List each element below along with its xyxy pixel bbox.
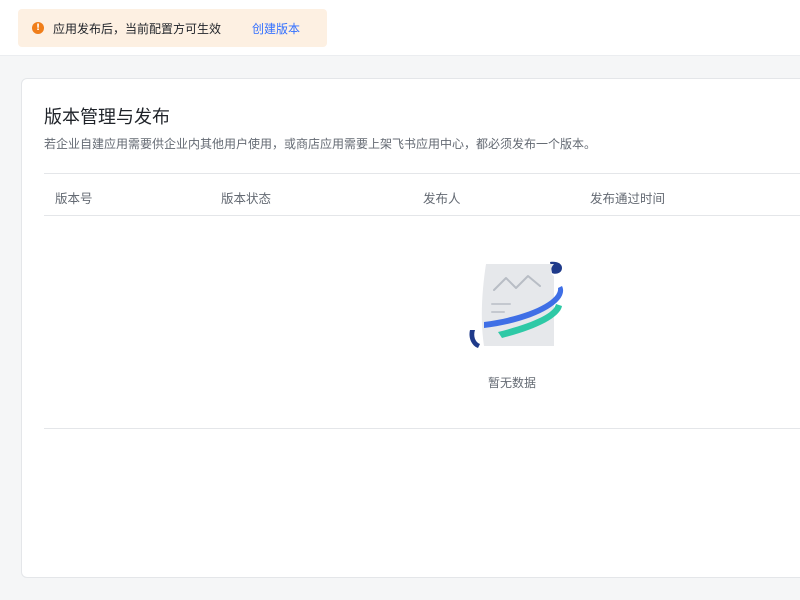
- notice-text: 应用发布后，当前配置方可生效: [53, 21, 222, 36]
- table-body: 暂无数据: [44, 216, 800, 429]
- empty-state-text: 暂无数据: [488, 376, 537, 390]
- column-header-approval-time: 发布通过时间: [590, 191, 666, 206]
- exclamation-icon: !: [32, 22, 44, 34]
- section-description: 若企业自建应用需要供企业内其他用户使用，或商店应用需要上架飞书应用中心，都必须发…: [44, 137, 597, 151]
- page-title: 版本管理与发布: [44, 107, 170, 128]
- top-bar: ! 应用发布后，当前配置方可生效 创建版本: [0, 0, 800, 56]
- publish-notice-banner: ! 应用发布后，当前配置方可生效 创建版本: [18, 9, 327, 47]
- table-header: 版本号 版本状态 发布人 发布通过时间: [44, 173, 800, 216]
- empty-document-icon: [469, 261, 564, 348]
- column-header-version-number: 版本号: [55, 191, 93, 206]
- column-header-version-status: 版本状态: [221, 191, 272, 206]
- create-version-link[interactable]: 创建版本: [252, 20, 300, 37]
- version-table: 版本号 版本状态 发布人 发布通过时间 暂无数据: [44, 173, 800, 429]
- version-management-card: 版本管理与发布 若企业自建应用需要供企业内其他用户使用，或商店应用需要上架飞书应…: [21, 78, 800, 578]
- column-header-publisher: 发布人: [423, 191, 461, 206]
